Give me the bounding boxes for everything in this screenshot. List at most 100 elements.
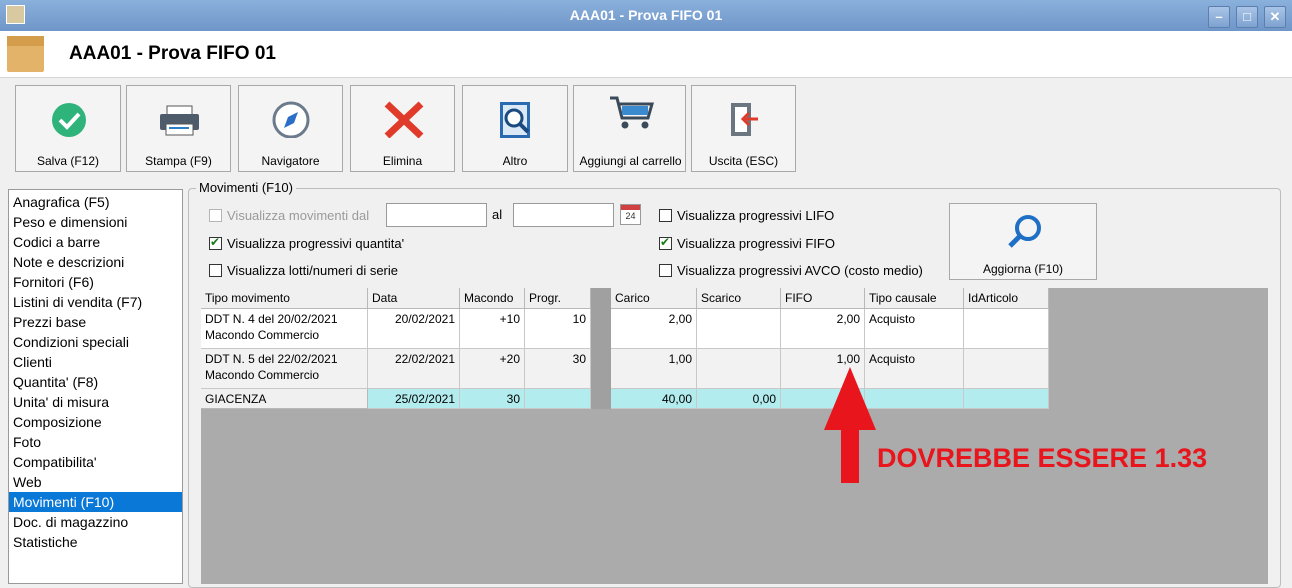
nav-item-quantita[interactable]: Quantita' (F8) xyxy=(9,372,182,392)
quantita-checkbox[interactable] xyxy=(209,235,222,250)
date-to-input[interactable] xyxy=(513,203,614,227)
navigator-label: Navigatore xyxy=(261,154,320,168)
section-nav: Anagrafica (F5) Peso e dimensioni Codici… xyxy=(8,189,183,584)
dal-checkbox[interactable] xyxy=(209,209,222,222)
navigator-button[interactable]: Navigatore xyxy=(238,85,343,172)
record-header: AAA01 - Prova FIFO 01 xyxy=(0,31,1292,78)
cell-carico[interactable]: 2,00 xyxy=(611,309,697,349)
fifo-checkbox[interactable] xyxy=(659,235,672,250)
nav-item-peso[interactable]: Peso e dimensioni xyxy=(9,212,182,232)
save-label: Salva (F12) xyxy=(36,154,100,168)
total-idarticolo xyxy=(964,389,1049,409)
cell-causale[interactable]: Acquisto xyxy=(865,309,964,349)
lotti-checkbox[interactable] xyxy=(209,264,222,277)
cell-idarticolo[interactable] xyxy=(964,349,1049,389)
nav-item-unita[interactable]: Unita' di misura xyxy=(9,392,182,412)
col-header-idarticolo[interactable]: IdArticolo xyxy=(964,288,1049,309)
delete-button[interactable]: Elimina xyxy=(350,85,455,172)
table-row[interactable]: DDT N. 4 del 20/02/2021 Macondo Commercio xyxy=(201,309,368,349)
col-header-data[interactable]: Data xyxy=(368,288,460,309)
fifo-label: Visualizza progressivi FIFO xyxy=(677,236,835,251)
lotti-label: Visualizza lotti/numeri di serie xyxy=(227,263,398,278)
nav-item-composizione[interactable]: Composizione xyxy=(9,412,182,432)
dal-label: Visualizza movimenti dal xyxy=(227,208,370,223)
print-button[interactable]: Stampa (F9) xyxy=(126,85,231,172)
maximize-button[interactable]: □ xyxy=(1236,6,1258,28)
col-header-carico[interactable]: Carico xyxy=(611,288,697,309)
search-book-icon xyxy=(500,102,530,138)
nav-item-note[interactable]: Note e descrizioni xyxy=(9,252,182,272)
window-title: AAA01 - Prova FIFO 01 xyxy=(569,7,723,23)
box-icon xyxy=(7,36,44,72)
nav-item-clienti[interactable]: Clienti xyxy=(9,352,182,372)
cell-idarticolo[interactable] xyxy=(964,309,1049,349)
check-icon xyxy=(52,103,86,137)
nav-item-condizioni[interactable]: Condizioni speciali xyxy=(9,332,182,352)
add-to-cart-button[interactable]: Aggiungi al carrello xyxy=(573,85,686,172)
cell-data[interactable]: 22/02/2021 xyxy=(368,349,460,389)
lifo-label: Visualizza progressivi LIFO xyxy=(677,208,835,223)
nav-item-movimenti[interactable]: Movimenti (F10) xyxy=(9,492,182,512)
total-progr xyxy=(525,389,591,409)
cell-data[interactable]: 20/02/2021 xyxy=(368,309,460,349)
annotation-arrow-icon xyxy=(824,367,876,483)
nav-item-anagrafica[interactable]: Anagrafica (F5) xyxy=(9,192,182,212)
compass-icon xyxy=(272,101,310,138)
quantita-label: Visualizza progressivi quantita' xyxy=(227,236,405,251)
total-carico: 40,00 xyxy=(611,389,697,409)
annotation-text: DOVREBBE ESSERE 1.33 xyxy=(877,443,1208,473)
nav-item-fornitori[interactable]: Fornitori (F6) xyxy=(9,272,182,292)
al-label: al xyxy=(492,207,503,222)
more-label: Altro xyxy=(502,154,528,168)
total-macondo: 30 xyxy=(460,389,525,409)
x-icon xyxy=(384,101,424,138)
print-label: Stampa (F9) xyxy=(145,154,212,168)
nav-item-compatibilita[interactable]: Compatibilita' xyxy=(9,452,182,472)
nav-item-prezzi[interactable]: Prezzi base xyxy=(9,312,182,332)
search-icon xyxy=(1008,215,1041,248)
calendar-icon[interactable]: 24 xyxy=(620,204,641,225)
cell-scarico[interactable] xyxy=(697,309,781,349)
col-header-causale[interactable]: Tipo causale xyxy=(865,288,964,309)
printer-icon xyxy=(160,105,199,136)
lifo-checkbox[interactable] xyxy=(659,209,672,222)
movements-grid: Tipo movimento Data Macondo Progr. Caric… xyxy=(201,288,1268,584)
cell-progr[interactable]: 10 xyxy=(525,309,591,349)
refresh-button[interactable]: Aggiorna (F10) xyxy=(949,203,1097,280)
movimenti-group-label: Movimenti (F10) xyxy=(196,180,296,195)
add-to-cart-label: Aggiungi al carrello xyxy=(579,154,682,168)
col-header-fifo[interactable]: FIFO xyxy=(781,288,865,309)
total-scarico: 0,00 xyxy=(697,389,781,409)
minimize-button[interactable]: – xyxy=(1208,6,1230,28)
cell-fifo[interactable]: 2,00 xyxy=(781,309,865,349)
table-row[interactable]: DDT N. 5 del 22/02/2021 Macondo Commercio xyxy=(201,349,368,389)
date-from-input[interactable] xyxy=(386,203,487,227)
total-data: 25/02/2021 xyxy=(368,389,460,409)
refresh-label: Aggiorna (F10) xyxy=(982,262,1064,276)
save-button[interactable]: Salva (F12) xyxy=(15,85,121,172)
exit-button[interactable]: Uscita (ESC) xyxy=(691,85,796,172)
cell-tipo-sub: Macondo Commercio xyxy=(205,368,320,382)
calendar-day: 24 xyxy=(625,211,636,221)
cell-macondo[interactable]: +10 xyxy=(460,309,525,349)
cell-tipo: DDT N. 4 del 20/02/2021 xyxy=(205,312,338,326)
total-row-label: GIACENZA xyxy=(201,389,368,409)
nav-item-web[interactable]: Web xyxy=(9,472,182,492)
avco-checkbox[interactable] xyxy=(659,264,672,277)
more-button[interactable]: Altro xyxy=(462,85,568,172)
col-header-progr[interactable]: Progr. xyxy=(525,288,591,309)
cell-scarico[interactable] xyxy=(697,349,781,389)
nav-item-foto[interactable]: Foto xyxy=(9,432,182,452)
nav-item-codici[interactable]: Codici a barre xyxy=(9,232,182,252)
record-title: AAA01 - Prova FIFO 01 xyxy=(69,43,276,64)
col-header-scarico[interactable]: Scarico xyxy=(697,288,781,309)
col-header-tipo[interactable]: Tipo movimento xyxy=(201,288,368,309)
cell-carico[interactable]: 1,00 xyxy=(611,349,697,389)
nav-item-statistiche[interactable]: Statistiche xyxy=(9,532,182,552)
nav-item-doc-magazzino[interactable]: Doc. di magazzino xyxy=(9,512,182,532)
cell-progr[interactable]: 30 xyxy=(525,349,591,389)
nav-item-listini[interactable]: Listini di vendita (F7) xyxy=(9,292,182,312)
cell-macondo[interactable]: +20 xyxy=(460,349,525,389)
close-button[interactable]: ✕ xyxy=(1264,6,1286,28)
col-header-macondo[interactable]: Macondo xyxy=(460,288,525,309)
